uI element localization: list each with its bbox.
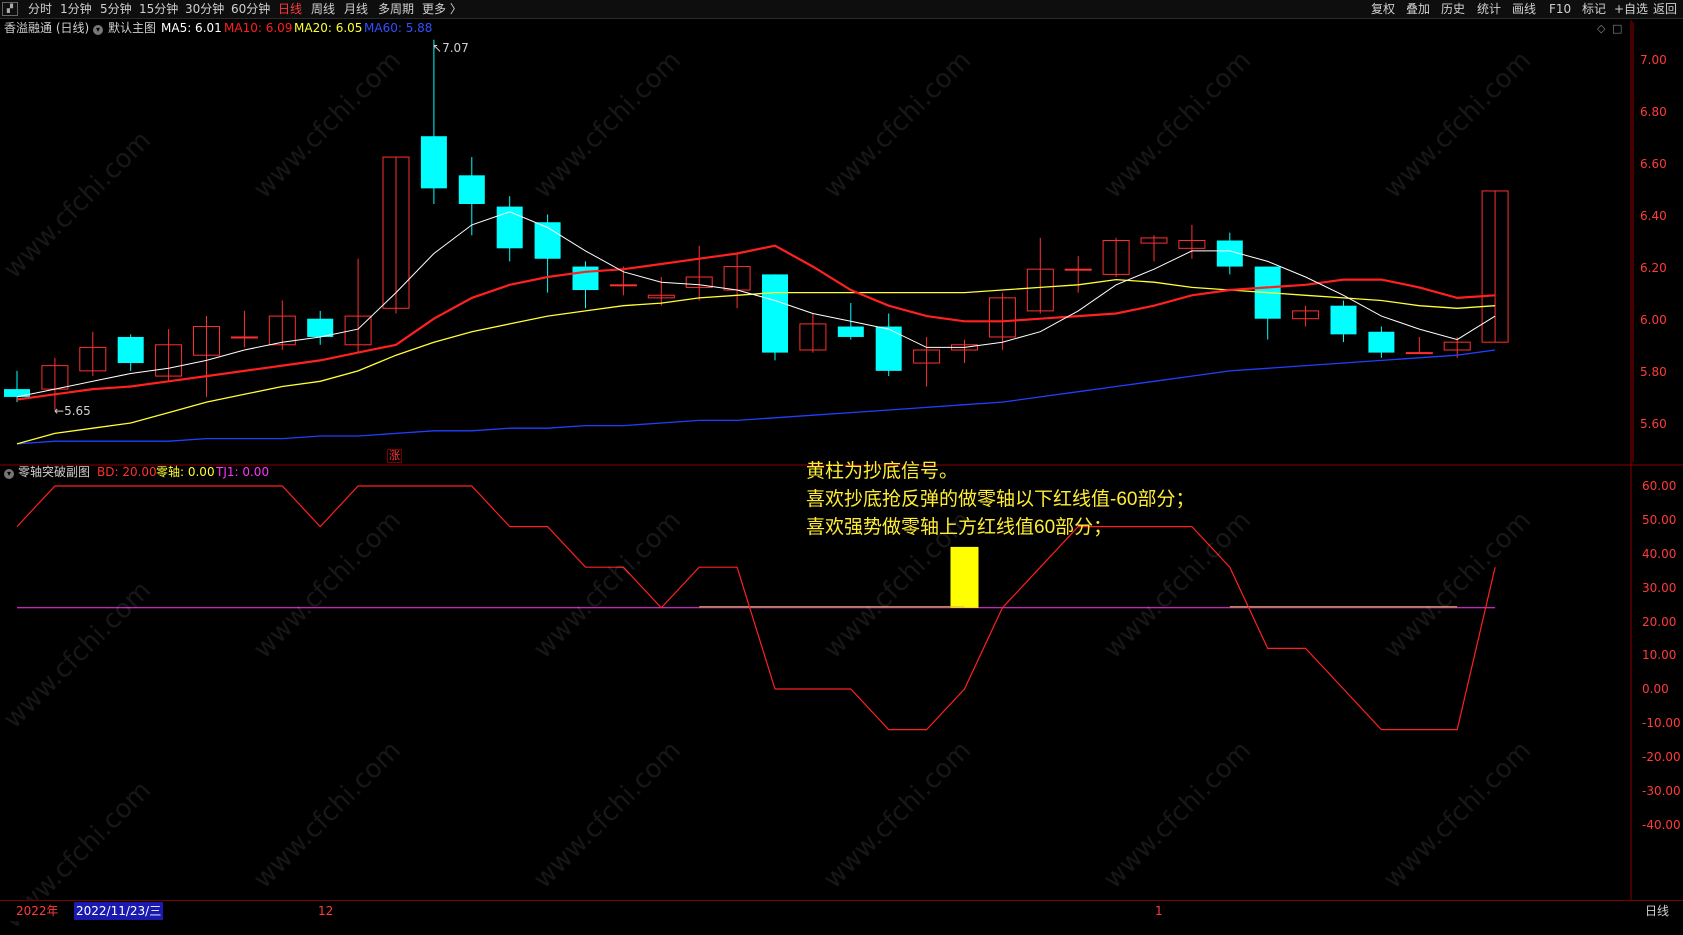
annotation-line: 喜欢抄底抢反弹的做零轴以下红线值-60部分； — [806, 489, 1195, 510]
limit-up-badge: 涨 — [387, 449, 402, 463]
candle-body — [117, 336, 144, 364]
diamond-icon[interactable]: ◇ — [1597, 22, 1605, 35]
square-icon[interactable]: □ — [1612, 22, 1622, 35]
arrow-icon: ← — [54, 404, 65, 418]
year-label: 2022年 — [16, 904, 59, 918]
candle-body — [1405, 352, 1433, 355]
indicator-layer — [16, 485, 1496, 731]
candle-body — [837, 326, 864, 337]
strategy-annotation: 黄柱为抄底信号。 喜欢抄底抢反弹的做零轴以下红线值-60部分； 喜欢强势做零轴上… — [806, 458, 1194, 542]
candle-body — [307, 318, 334, 337]
y-tick: 0.00 — [1642, 682, 1669, 696]
y-tick: 10.00 — [1642, 648, 1677, 662]
candle-body — [1368, 331, 1395, 353]
y-tick: 30.00 — [1642, 581, 1677, 595]
annotation-line: 喜欢强势做零轴上方红线值60部分； — [806, 517, 1113, 538]
high-price-value: 7.07 — [442, 41, 469, 55]
annotation-line: 黄柱为抄底信号。 — [806, 461, 959, 482]
y-tick: 7.00 — [1640, 53, 1667, 67]
candle-body — [609, 284, 637, 287]
ma60-line — [16, 349, 1496, 445]
y-tick: -10.00 — [1642, 716, 1681, 730]
y-tick: 5.80 — [1640, 365, 1667, 379]
arrow-icon: ↖ — [432, 41, 443, 55]
low-price-marker: ←5.65 — [54, 404, 91, 418]
time-axis: 2022年 2022/11/23/三 12 1 日线 — [0, 900, 1683, 921]
y-tick: 6.40 — [1640, 209, 1667, 223]
y-tick: 6.80 — [1640, 105, 1667, 119]
candle-body — [496, 206, 523, 249]
low-price-value: 5.65 — [64, 404, 91, 418]
candle-body — [4, 389, 30, 397]
y-tick: 6.00 — [1640, 313, 1667, 327]
y-tick: 6.60 — [1640, 157, 1667, 171]
kline-chart[interactable] — [0, 0, 1683, 900]
y-tick: 20.00 — [1642, 615, 1677, 629]
candle-body — [230, 336, 258, 339]
candle-body — [458, 175, 485, 204]
high-price-marker: ↖7.07 — [432, 41, 469, 55]
y-tick: 40.00 — [1642, 547, 1677, 561]
y-tick: -40.00 — [1642, 818, 1681, 832]
bottom-signal-bar — [950, 546, 979, 608]
y-tick: 6.20 — [1640, 261, 1667, 275]
main-chart-layer — [4, 39, 1509, 445]
month-label: 12 — [318, 904, 334, 918]
y-tick: -20.00 — [1642, 750, 1681, 764]
cursor-date: 2022/11/23/三 — [74, 902, 164, 920]
y-tick: 5.60 — [1640, 417, 1667, 431]
y-tick: -30.00 — [1642, 784, 1681, 798]
y-tick: 60.00 — [1642, 479, 1677, 493]
candle-body — [1330, 305, 1357, 335]
candle-body — [1064, 268, 1092, 271]
candle-body — [420, 136, 447, 189]
period-label: 日线 — [1645, 904, 1670, 918]
month-label: 1 — [1155, 904, 1163, 918]
y-tick: 50.00 — [1642, 513, 1677, 527]
candle-body — [762, 274, 788, 353]
